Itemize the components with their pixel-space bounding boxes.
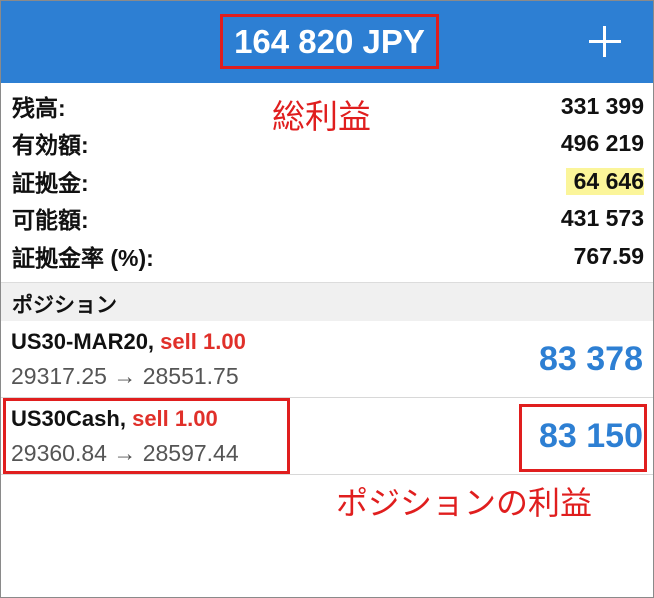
position-profit: 83 150 <box>539 417 643 455</box>
position-profit-annotation: ポジションの利益 <box>336 484 593 522</box>
margin-level-row: 証拠金率 (%): 767.59 <box>12 238 644 274</box>
margin-row: 証拠金: 64 646 <box>12 163 644 199</box>
position-title: US30-MAR20, sell 1.00 <box>11 329 246 355</box>
position-prices: 29317.25 → 28551.75 <box>11 363 239 389</box>
equity-row: 有効額: 496 219 <box>12 125 644 161</box>
position-prices: 29360.84 → 28597.44 <box>11 440 239 466</box>
position-side: sell 1.00 <box>132 406 218 431</box>
balance-row: 残高: 331 399 <box>12 88 644 124</box>
equity-value: 496 219 <box>560 129 644 156</box>
add-icon[interactable] <box>585 21 625 61</box>
margin-label: 証拠金: <box>12 170 89 196</box>
position-side: sell 1.00 <box>160 329 246 354</box>
margin-level-label: 証拠金率 (%): <box>12 245 154 271</box>
divider <box>1 474 653 475</box>
positions-title: ポジション <box>12 294 117 317</box>
balance-value: 331 399 <box>560 92 644 119</box>
free-margin-row: 可能額: 431 573 <box>12 200 644 236</box>
position-row[interactable]: US30-MAR20, sell 1.00 29317.25 → 28551.7… <box>1 321 653 397</box>
header-bar: 164 820 JPY <box>1 1 653 83</box>
free-margin-value: 431 573 <box>560 204 644 231</box>
position-profit: 83 378 <box>539 340 643 378</box>
position-title: US30Cash, sell 1.00 <box>11 406 218 432</box>
margin-value: 64 646 <box>565 167 644 195</box>
equity-label: 有効額: <box>12 132 89 158</box>
position-symbol: US30Cash, <box>11 406 126 431</box>
position-row[interactable]: US30Cash, sell 1.00 29360.84 → 28597.44 … <box>1 398 653 474</box>
positions-section-header: ポジション <box>1 282 653 321</box>
total-profit: 164 820 JPY <box>220 14 439 69</box>
free-margin-label: 可能額: <box>12 207 89 233</box>
balance-label: 残高: <box>12 95 66 121</box>
margin-level-value: 767.59 <box>573 242 644 269</box>
position-symbol: US30-MAR20, <box>11 329 155 354</box>
